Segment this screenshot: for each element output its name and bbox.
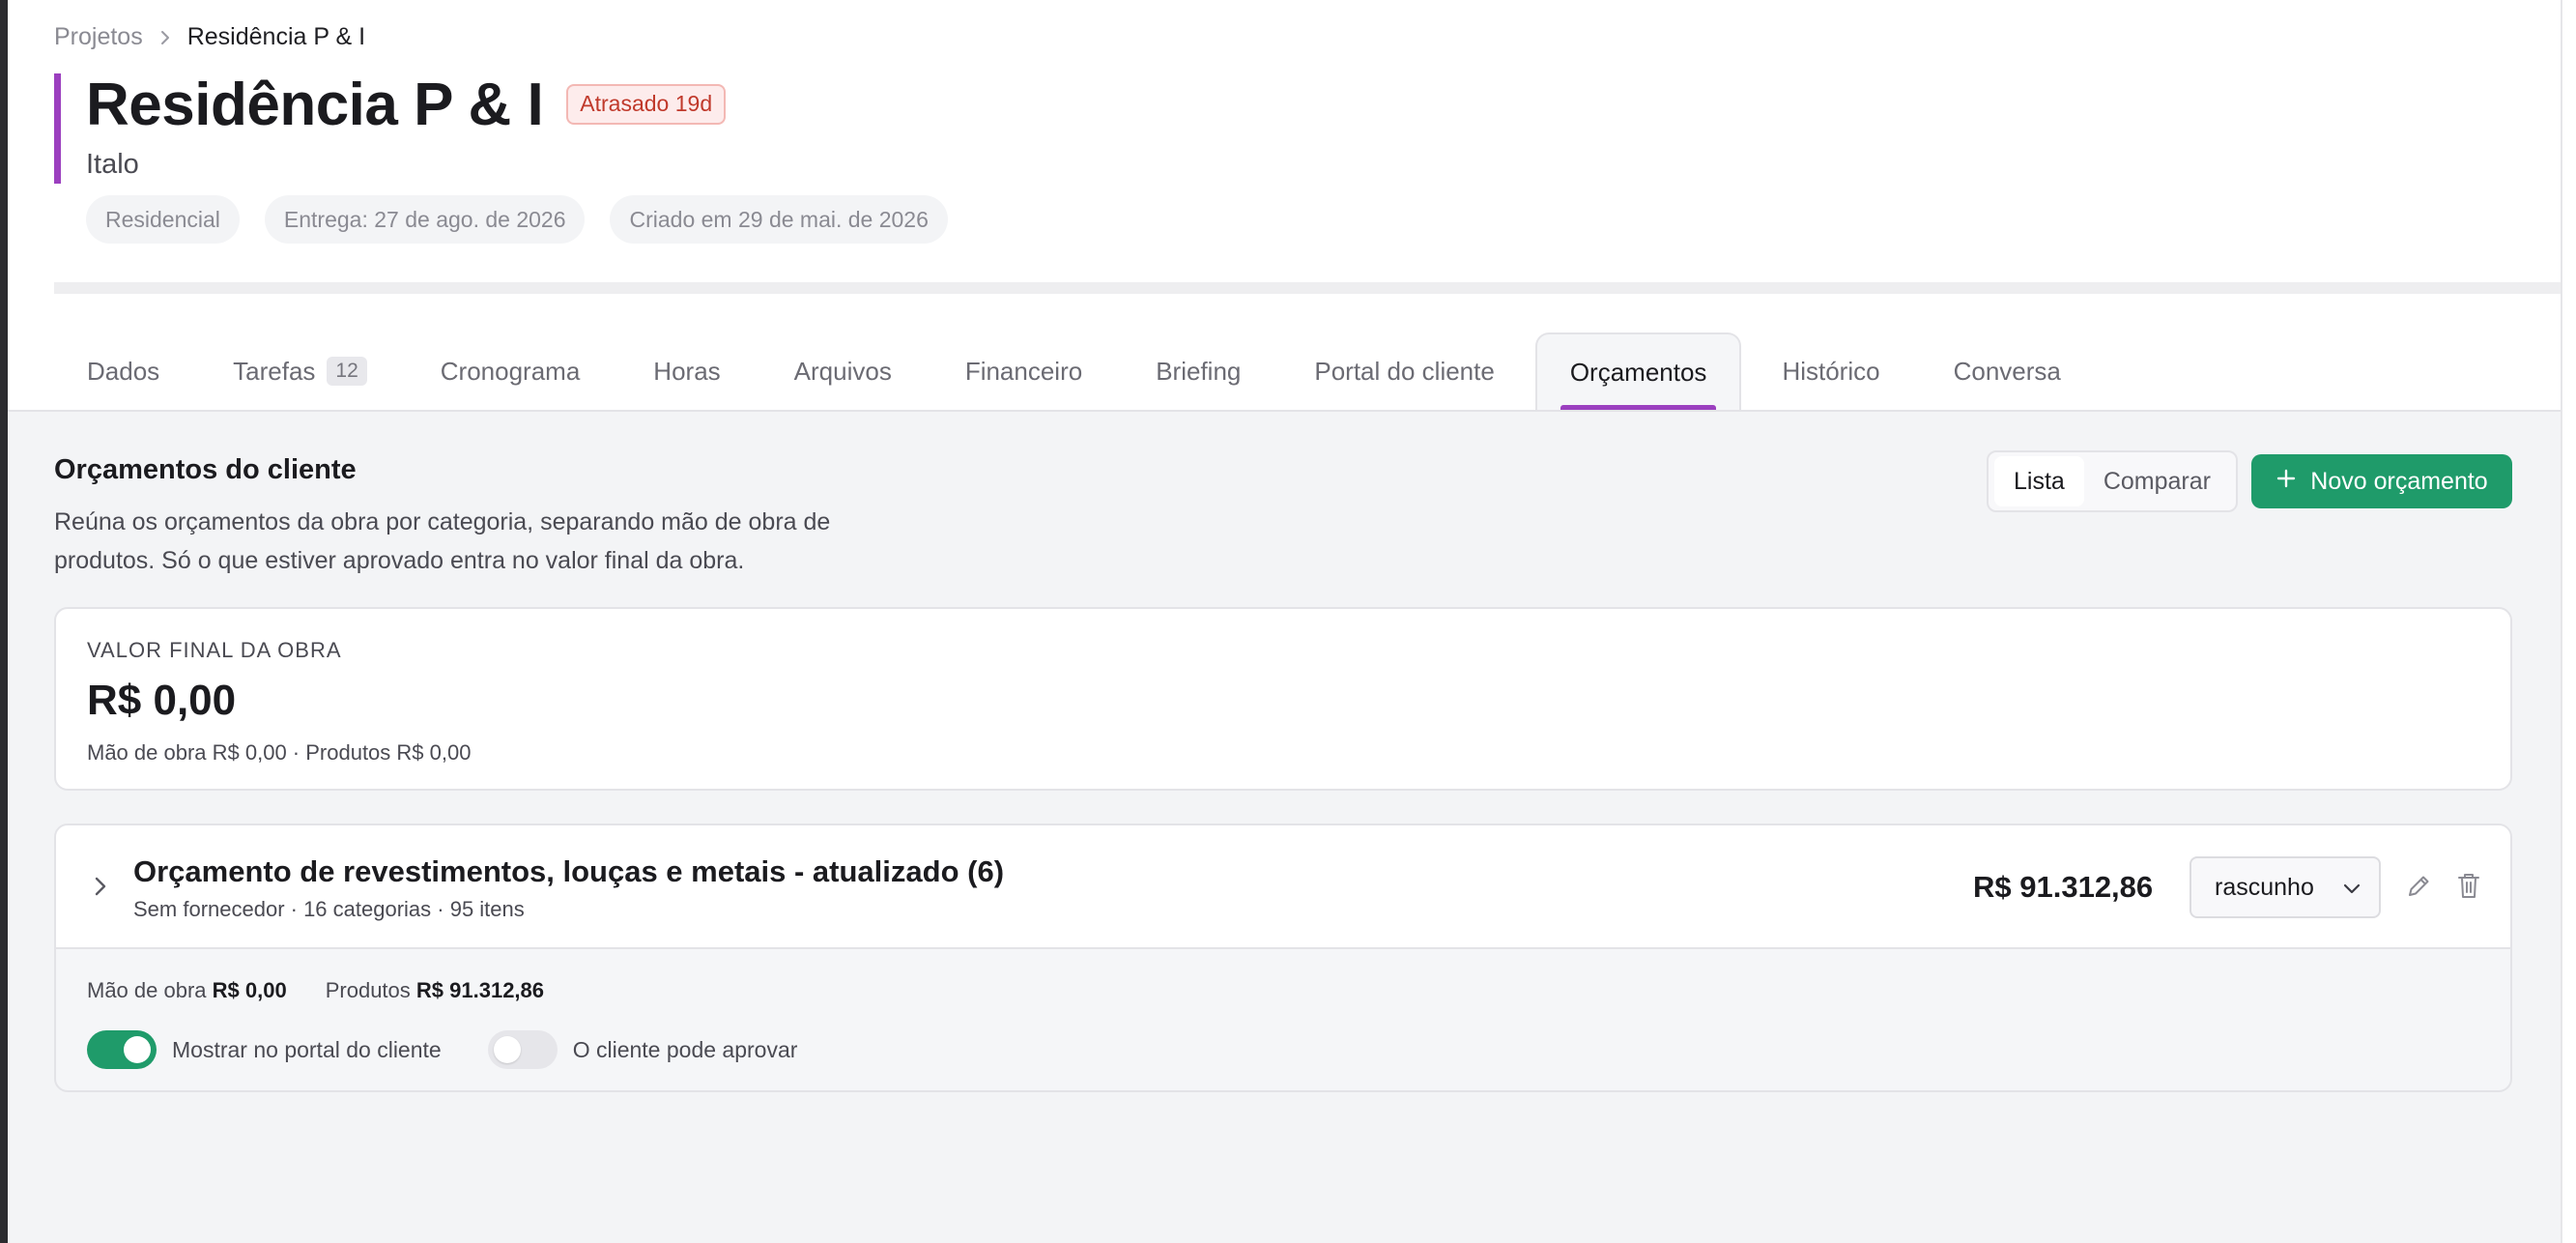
status-select[interactable]: rascunho (2190, 856, 2381, 918)
tab-financeiro[interactable]: Financeiro (932, 332, 1115, 410)
tab-orcamentos[interactable]: Orçamentos (1534, 332, 1742, 410)
show-in-portal-label: Mostrar no portal do cliente (172, 1036, 442, 1062)
client-can-approve-label: O cliente pode aprovar (572, 1036, 798, 1062)
toggle-knob (493, 1036, 521, 1063)
total-breakdown: Mão de obra R$ 0,00 · Produtos R$ 0,00 (87, 740, 472, 765)
total-label: VALOR FINAL DA OBRA (87, 638, 342, 662)
budget-breakdown: Mão de obra R$ 0,00 Produtos R$ 91.312,8… (87, 978, 544, 1003)
tab-briefing[interactable]: Briefing (1123, 332, 1274, 410)
budget-amount: R$ 91.312,86 (1973, 870, 2154, 904)
breadcrumb-projects-link[interactable]: Projetos (54, 23, 143, 51)
tasks-count-badge: 12 (327, 357, 367, 386)
title-block: Residência P & I Atrasado 19d Italo (54, 71, 727, 184)
breadcrumb: Projetos Residência P & I (54, 23, 365, 51)
tab-conversa[interactable]: Conversa (1921, 332, 2094, 410)
created-date-pill: Criado em 29 de mai. de 2026 (610, 195, 948, 244)
view-compare-button[interactable]: Comparar (2084, 456, 2230, 506)
new-budget-button[interactable]: Novo orçamento (2251, 454, 2512, 508)
header-divider (54, 282, 2561, 294)
project-meta: Residencial Entrega: 27 de ago. de 2026 … (86, 195, 948, 244)
budget-card: Orçamento de revestimentos, louças e met… (54, 824, 2512, 1092)
window-right-edge (2561, 0, 2576, 1243)
plus-icon (2275, 468, 2297, 496)
tab-portal-do-cliente[interactable]: Portal do cliente (1281, 332, 1527, 410)
late-status-badge: Atrasado 19d (566, 84, 727, 125)
tab-arquivos[interactable]: Arquivos (761, 332, 925, 410)
tab-tarefas[interactable]: Tarefas 12 (200, 332, 400, 410)
tab-cronograma[interactable]: Cronograma (408, 332, 614, 410)
labor-cost: Mão de obra R$ 0,00 (87, 978, 287, 1002)
section-description: Reúna os orçamentos da obra por categori… (54, 508, 831, 574)
budget-subtitle: Sem fornecedor · 16 categorias · 95 iten… (133, 897, 525, 921)
pencil-icon[interactable] (2404, 872, 2433, 906)
total-value-card: VALOR FINAL DA OBRA R$ 0,00 Mão de obra … (54, 607, 2512, 791)
products-cost: Produtos R$ 91.312,86 (325, 978, 545, 1002)
budget-name: Orçamento de revestimentos, louças e met… (133, 854, 1005, 888)
chevron-right-icon[interactable] (93, 874, 108, 904)
client-can-approve-toggle[interactable] (487, 1030, 558, 1069)
view-list-button[interactable]: Lista (1994, 456, 2084, 506)
project-type-pill: Residencial (86, 195, 240, 244)
breadcrumb-current: Residência P & I (186, 23, 366, 50)
window-left-edge (0, 0, 8, 1243)
page-title: Residência P & I (86, 71, 544, 138)
tab-historico[interactable]: Histórico (1749, 332, 1912, 410)
project-header: Projetos Residência P & I Residência P &… (8, 0, 2561, 410)
budget-card-header[interactable]: Orçamento de revestimentos, louças e met… (56, 825, 2510, 949)
chevron-right-icon (158, 29, 172, 46)
tab-horas[interactable]: Horas (620, 332, 753, 410)
total-value: R$ 0,00 (87, 677, 237, 724)
tab-dados[interactable]: Dados (54, 332, 192, 410)
section-title: Orçamentos do cliente (54, 454, 357, 485)
client-name: Italo (86, 149, 139, 180)
status-select-value: rascunho (2215, 873, 2314, 901)
view-toggle: Lista Comparar (1987, 450, 2238, 512)
tabs-underline (8, 410, 2561, 412)
project-tabs: Dados Tarefas 12 Cronograma Horas Arquivo… (54, 332, 2102, 410)
show-in-portal-toggle[interactable] (87, 1030, 157, 1069)
toggle-knob (124, 1036, 151, 1063)
trash-icon[interactable] (2454, 870, 2483, 906)
budget-toggles: Mostrar no portal do cliente O cliente p… (87, 1030, 844, 1069)
chevron-down-icon (2342, 874, 2361, 902)
delivery-date-pill: Entrega: 27 de ago. de 2026 (264, 195, 586, 244)
